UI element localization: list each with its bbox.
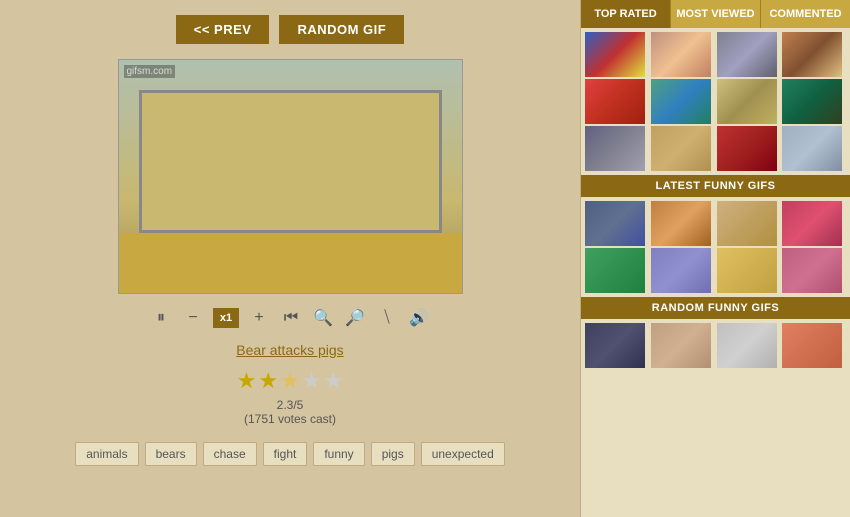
- tag-fight[interactable]: fight: [263, 442, 308, 466]
- random-funny-gifs-header: RANDOM FUNNY GIFS: [581, 297, 850, 319]
- tab-top-rated[interactable]: TOP RATED: [581, 0, 671, 28]
- x1-button[interactable]: x1: [213, 308, 239, 328]
- latest-funny-grid: [581, 197, 850, 297]
- star-4[interactable]: ★: [302, 368, 322, 394]
- thumb-15[interactable]: [717, 201, 777, 246]
- thumb-12[interactable]: [782, 126, 842, 171]
- thumb-16[interactable]: [782, 201, 842, 246]
- thumb-19[interactable]: [717, 248, 777, 293]
- star-5[interactable]: ★: [324, 368, 344, 394]
- tag-funny[interactable]: funny: [313, 442, 364, 466]
- gif-title[interactable]: Bear attacks pigs: [236, 342, 343, 358]
- thumb-18[interactable]: [651, 248, 711, 293]
- star-1[interactable]: ★: [237, 368, 257, 394]
- thumb-13[interactable]: [585, 201, 645, 246]
- rewind-button[interactable]: ⏮: [279, 306, 303, 330]
- thumb-23[interactable]: [717, 323, 777, 368]
- zoom-out-button[interactable]: 🔍: [311, 306, 335, 330]
- tag-unexpected[interactable]: unexpected: [421, 442, 505, 466]
- rating-value: 2.3/5 (1751 votes cast): [244, 398, 336, 426]
- prev-button[interactable]: << PREV: [176, 15, 270, 44]
- thumb-4[interactable]: [782, 32, 842, 77]
- thumb-20[interactable]: [782, 248, 842, 293]
- random-funny-grid: [581, 319, 850, 372]
- tabs-row: TOP RATED MOST VIEWED COMMENTED: [581, 0, 850, 28]
- tab-most-viewed[interactable]: MOST VIEWED: [671, 0, 761, 28]
- gif-scene: [119, 60, 462, 293]
- pause-button[interactable]: ⏸: [149, 306, 173, 330]
- right-panel: TOP RATED MOST VIEWED COMMENTED LATEST F…: [580, 0, 850, 517]
- tag-pigs[interactable]: pigs: [371, 442, 415, 466]
- gif-container: gifsm.com: [118, 59, 463, 294]
- thumb-24[interactable]: [782, 323, 842, 368]
- thumb-6[interactable]: [651, 79, 711, 124]
- thumb-14[interactable]: [651, 201, 711, 246]
- star-3[interactable]: ★: [280, 368, 300, 394]
- thumb-9[interactable]: [585, 126, 645, 171]
- random-gif-button[interactable]: RANDOM GIF: [279, 15, 404, 44]
- zoom-in-button[interactable]: 🔎: [343, 306, 367, 330]
- thumb-5[interactable]: [585, 79, 645, 124]
- top-rated-grid: [581, 28, 850, 175]
- plus-button[interactable]: +: [247, 306, 271, 330]
- thumb-11[interactable]: [717, 126, 777, 171]
- minus-button[interactable]: −: [181, 306, 205, 330]
- thumb-7[interactable]: [717, 79, 777, 124]
- thumb-2[interactable]: [651, 32, 711, 77]
- tag-animals[interactable]: animals: [75, 442, 138, 466]
- thumb-8[interactable]: [782, 79, 842, 124]
- tag-bears[interactable]: bears: [145, 442, 197, 466]
- thumb-10[interactable]: [651, 126, 711, 171]
- tag-chase[interactable]: chase: [203, 442, 257, 466]
- latest-funny-gifs-header: LATEST FUNNY GIFS: [581, 175, 850, 197]
- star-2[interactable]: ★: [258, 368, 278, 394]
- thumb-17[interactable]: [585, 248, 645, 293]
- thumb-1[interactable]: [585, 32, 645, 77]
- tab-commented[interactable]: COMMENTED: [761, 0, 850, 28]
- expand-button[interactable]: ⧹: [375, 306, 399, 330]
- controls-bar: ⏸ − x1 + ⏮ 🔍 🔎 ⧹ 🔊: [149, 306, 431, 330]
- nav-buttons: << PREV RANDOM GIF: [176, 15, 404, 44]
- thumb-3[interactable]: [717, 32, 777, 77]
- stars-row[interactable]: ★ ★ ★ ★ ★: [237, 368, 344, 394]
- gif-watermark: gifsm.com: [124, 65, 176, 78]
- tags-row: animals bears chase fight funny pigs une…: [75, 442, 505, 466]
- thumb-22[interactable]: [651, 323, 711, 368]
- sound-button[interactable]: 🔊: [407, 306, 431, 330]
- thumb-21[interactable]: [585, 323, 645, 368]
